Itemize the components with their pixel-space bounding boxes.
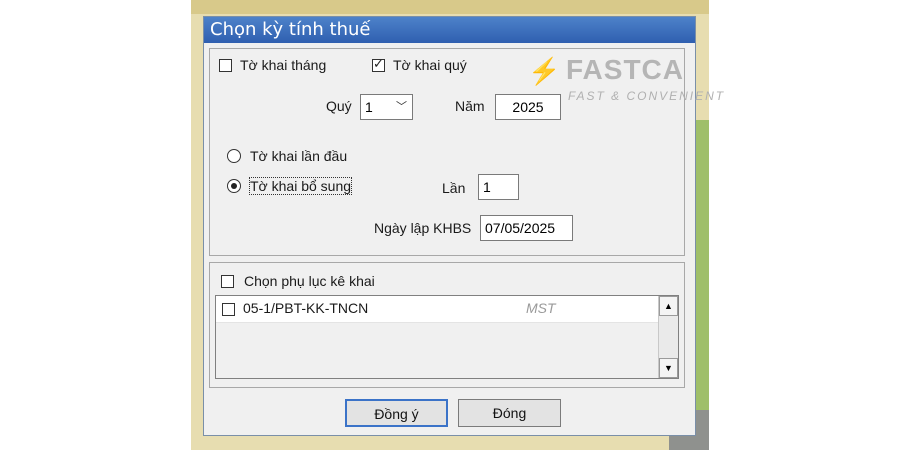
mst-placeholder: MST	[526, 300, 556, 316]
quarterly-checkbox[interactable]	[372, 56, 385, 72]
dialog-title: Chọn kỳ tính thuế	[204, 17, 695, 43]
first-submission-radio[interactable]	[227, 149, 241, 163]
list-item[interactable]: 05-1/PBT-KK-TNCN MST	[216, 296, 658, 323]
times-label: Lần	[442, 180, 466, 196]
select-appendix-label[interactable]: Chọn phụ lục kê khai	[244, 273, 375, 289]
chevron-down-icon: ﹀	[396, 101, 407, 113]
quarter-label: Quý	[326, 98, 352, 114]
close-button[interactable]: Đóng	[458, 399, 561, 427]
appendix-group: Chọn phụ lục kê khai 05-1/PBT-KK-TNCN MS…	[209, 262, 685, 388]
appendix-item-checkbox[interactable]	[222, 303, 235, 316]
date-label: Ngày lập KHBS	[374, 220, 472, 236]
appendix-item-label: 05-1/PBT-KK-TNCN	[243, 300, 369, 316]
monthly-checkbox[interactable]	[219, 59, 232, 72]
watermark-tagline: FAST & CONVENIENT	[568, 89, 726, 103]
wallpaper-green-strip	[695, 120, 709, 450]
supplement-radio[interactable]	[227, 179, 241, 193]
fastca-mark-icon: ⚡	[528, 56, 561, 86]
ok-button[interactable]: Đồng ý	[345, 399, 448, 427]
date-input[interactable]: 07/05/2025	[480, 215, 573, 241]
appendix-list[interactable]: 05-1/PBT-KK-TNCN MST ▲ ▼	[215, 295, 679, 379]
monthly-label[interactable]: Tờ khai tháng	[240, 57, 326, 73]
list-scrollbar[interactable]: ▲ ▼	[658, 296, 678, 378]
quarterly-label[interactable]: Tờ khai quý	[393, 57, 467, 73]
supplement-label[interactable]: Tờ khai bổ sung	[248, 177, 353, 195]
quarter-value: 1	[365, 99, 373, 115]
first-submission-label[interactable]: Tờ khai lần đầu	[250, 148, 347, 164]
times-input[interactable]: 1	[478, 174, 519, 200]
scroll-down-icon[interactable]: ▼	[659, 358, 678, 378]
quarter-select[interactable]: 1 ﹀	[360, 94, 413, 120]
watermark-brand: FASTCA	[566, 54, 684, 85]
fastca-watermark-logo: ⚡ FASTCA FAST & CONVENIENT	[528, 54, 738, 104]
select-appendix-checkbox[interactable]	[221, 275, 234, 288]
wallpaper-top-band	[191, 0, 709, 14]
scroll-up-icon[interactable]: ▲	[659, 296, 678, 316]
year-label: Năm	[455, 98, 485, 114]
